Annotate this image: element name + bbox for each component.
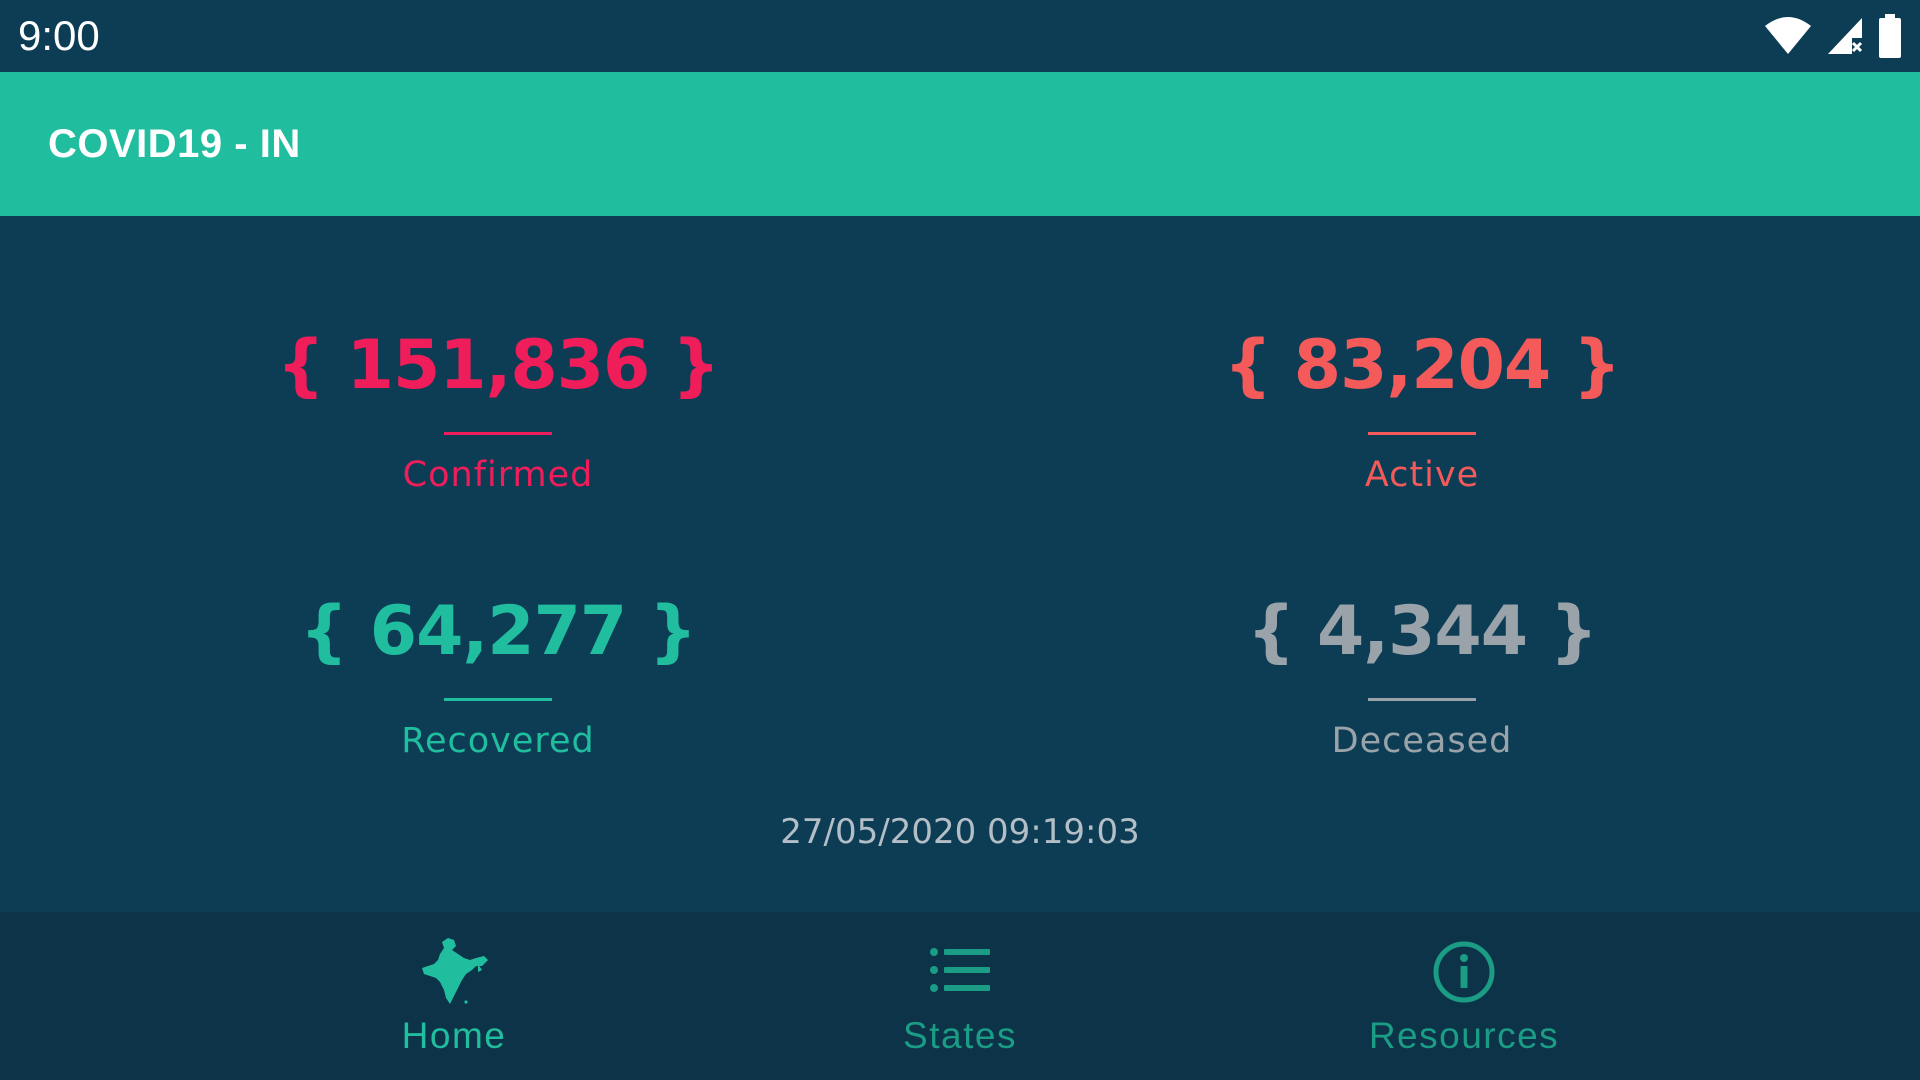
confirmed-count: { 151,836 } [276,326,721,405]
nav-resources-label: Resources [1368,1015,1560,1056]
cellular-signal-icon [1828,18,1863,54]
status-bar: 9:00 [0,0,1920,72]
app-bar: COVID19 - IN [0,72,1920,216]
stat-deceased: { 4,344 } Deceased [1122,592,1722,763]
active-count: { 83,204 } [1223,326,1622,405]
confirmed-label: Confirmed [402,455,594,495]
recovered-count: { 64,277 } [299,592,698,671]
battery-icon [1879,14,1901,58]
stat-confirmed: { 151,836 } Confirmed [198,326,798,497]
active-divider [1368,432,1476,435]
india-map-icon [422,938,488,1004]
nav-resources[interactable]: Resources [1144,912,1784,1080]
wifi-icon [1765,17,1811,54]
deceased-count: { 4,344 } [1246,592,1598,671]
stat-active: { 83,204 } Active [1122,326,1722,497]
recovered-divider [444,698,552,701]
stat-recovered: { 64,277 } Recovered [198,592,798,763]
app-title: COVID19 - IN [48,122,301,166]
active-label: Active [1364,455,1480,495]
info-icon [1433,941,1495,1003]
recovered-label: Recovered [401,721,595,761]
status-icons [1764,14,1902,58]
list-icon [930,948,990,992]
confirmed-divider [444,432,552,435]
last-updated-timestamp: 27/05/2020 09:19:03 [780,812,1140,852]
deceased-divider [1368,698,1476,701]
deceased-label: Deceased [1331,721,1513,761]
status-time: 9:00 [18,12,100,59]
bottom-navigation: Home States Resources [0,912,1920,1080]
